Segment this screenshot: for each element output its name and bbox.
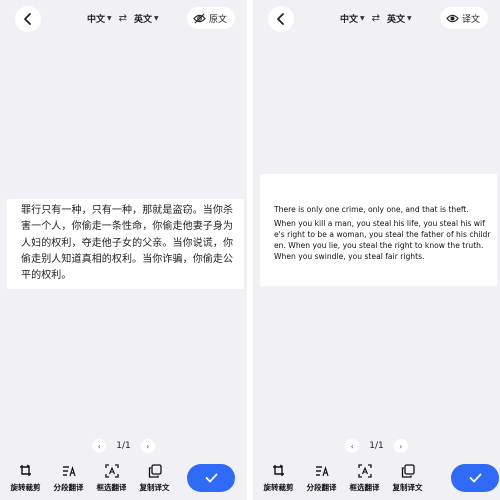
chevron-left-icon bbox=[277, 13, 284, 25]
eye-off-icon bbox=[193, 13, 206, 23]
language-selector: 中文 ▼ ⇄ 英文 ▼ bbox=[340, 10, 412, 26]
segment-text-icon bbox=[62, 465, 76, 477]
page-indicator: 1/1 bbox=[116, 441, 131, 451]
document-text: 罪行只有一种，只有一种，那就是盗窃。当你杀害一个人，你偷走一条性命，你偷走他妻子… bbox=[21, 205, 234, 282]
caret-down-icon: ▼ bbox=[360, 14, 365, 22]
source-language-select[interactable]: 中文 ▼ bbox=[87, 12, 112, 25]
translated-paragraph: When you kill a man, you steal his life,… bbox=[274, 219, 491, 261]
rotate-crop-button[interactable]: 旋转裁剪 bbox=[6, 464, 46, 494]
target-language-select[interactable]: 英文 ▼ bbox=[134, 12, 159, 25]
crop-rotate-icon bbox=[19, 464, 31, 476]
back-button[interactable] bbox=[15, 6, 41, 32]
page-indicator: 1/1 bbox=[369, 441, 384, 451]
next-page-button[interactable]: › bbox=[140, 439, 155, 453]
translated-text: There is only one crime, only one, and t… bbox=[274, 204, 491, 262]
back-button[interactable] bbox=[268, 6, 294, 32]
confirm-button[interactable] bbox=[451, 464, 499, 492]
chevron-left-icon bbox=[24, 13, 31, 25]
crop-rotate-icon bbox=[272, 464, 284, 476]
box-select-translate-button[interactable]: 框选翻译 bbox=[92, 464, 132, 494]
caret-down-icon: ▼ bbox=[407, 14, 412, 22]
chevron-left-icon: ‹ bbox=[350, 441, 354, 451]
box-select-icon bbox=[357, 464, 372, 478]
document-card: There is only one crime, only one, and t… bbox=[260, 174, 497, 286]
chevron-right-icon: › bbox=[146, 441, 150, 451]
top-bar: 中文 ▼ ⇄ 英文 ▼ 译文 bbox=[253, 0, 500, 36]
show-translation-toggle[interactable]: 译文 bbox=[439, 7, 488, 29]
copy-icon bbox=[148, 464, 162, 478]
checkmark-icon bbox=[469, 473, 481, 483]
checkmark-icon bbox=[205, 473, 217, 483]
segment-translate-button[interactable]: 分段翻译 bbox=[49, 464, 89, 494]
copy-icon bbox=[401, 464, 415, 478]
eye-icon bbox=[446, 14, 459, 22]
copy-translation-button[interactable]: 复制译文 bbox=[388, 464, 428, 494]
document-card: 罪行只有一种，只有一种，那就是盗窃。当你杀害一个人，你偷走一条性命，你偷走他妻子… bbox=[7, 199, 244, 289]
copy-translation-button[interactable]: 复制译文 bbox=[135, 464, 175, 494]
segment-text-icon bbox=[315, 465, 329, 477]
confirm-button[interactable] bbox=[187, 464, 235, 492]
caret-down-icon: ▼ bbox=[107, 14, 112, 22]
prev-page-button[interactable]: ‹ bbox=[92, 439, 107, 453]
language-selector: 中文 ▼ ⇄ 英文 ▼ bbox=[87, 10, 159, 26]
source-language-select[interactable]: 中文 ▼ bbox=[340, 12, 365, 25]
bottom-toolbar: 旋转裁剪 分段翻译 框选翻译 复制译文 bbox=[253, 464, 429, 494]
bottom-toolbar: 旋转裁剪 分段翻译 框选翻译 复制译文 bbox=[0, 464, 176, 494]
top-bar: 中文 ▼ ⇄ 英文 ▼ 原文 bbox=[0, 0, 247, 36]
box-select-translate-button[interactable]: 框选翻译 bbox=[345, 464, 385, 494]
translated-paragraph: There is only one crime, only one, and t… bbox=[274, 205, 469, 214]
caret-down-icon: ▼ bbox=[154, 14, 159, 22]
show-original-toggle[interactable]: 原文 bbox=[186, 7, 235, 29]
translation-view-panel: 中文 ▼ ⇄ 英文 ▼ 译文 There is only one crime, on… bbox=[253, 0, 500, 500]
target-language-select[interactable]: 英文 ▼ bbox=[387, 12, 412, 25]
pagination: ‹ 1/1 › bbox=[253, 438, 500, 454]
swap-arrows-icon[interactable]: ⇄ bbox=[372, 13, 380, 24]
swap-arrows-icon[interactable]: ⇄ bbox=[119, 13, 127, 24]
rotate-crop-button[interactable]: 旋转裁剪 bbox=[259, 464, 299, 494]
original-view-panel: 中文 ▼ ⇄ 英文 ▼ 原文 罪行只有一种，只有一种，那就是盗窃。当你杀害一个人，你… bbox=[0, 0, 247, 500]
pagination: ‹ 1/1 › bbox=[0, 438, 247, 454]
segment-translate-button[interactable]: 分段翻译 bbox=[302, 464, 342, 494]
next-page-button[interactable]: › bbox=[393, 439, 408, 453]
prev-page-button[interactable]: ‹ bbox=[345, 439, 360, 453]
box-select-icon bbox=[104, 464, 119, 478]
chevron-right-icon: › bbox=[399, 441, 403, 451]
chevron-left-icon: ‹ bbox=[97, 441, 101, 451]
